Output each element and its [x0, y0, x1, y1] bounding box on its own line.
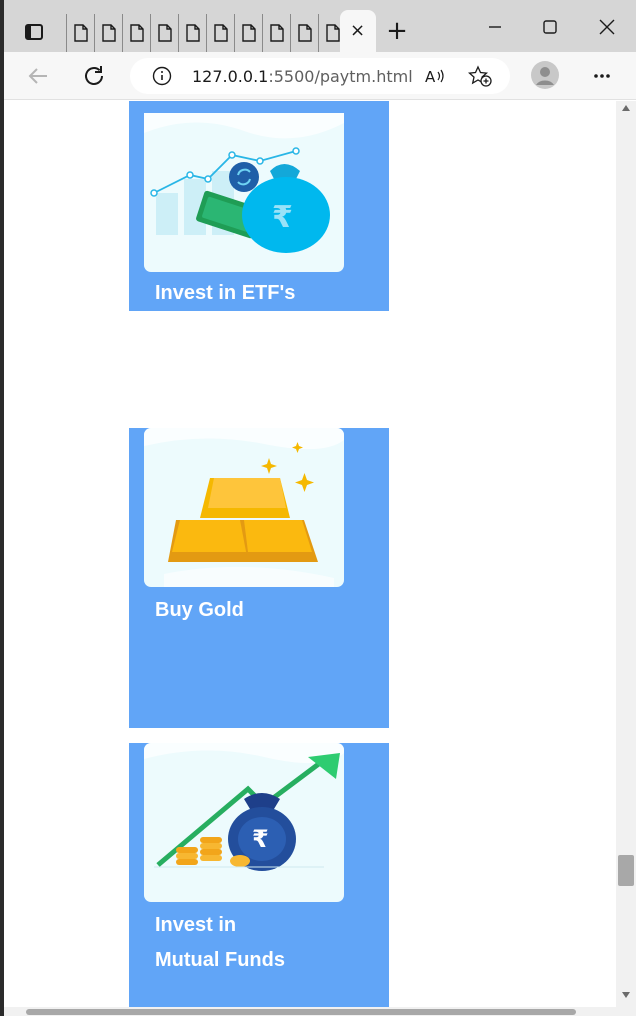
horizontal-scrollbar[interactable] — [4, 1007, 636, 1016]
back-arrow-icon[interactable] — [24, 62, 52, 90]
new-tab-button[interactable]: + — [384, 18, 410, 44]
tab-page-icon[interactable] — [234, 14, 262, 52]
tab-page-icon[interactable] — [122, 14, 150, 52]
refresh-icon[interactable] — [80, 62, 108, 90]
tab-strip — [66, 14, 346, 52]
read-aloud-icon[interactable]: A — [424, 66, 446, 86]
invest-etf-card[interactable]: ₹ Invest in ETF's — [129, 101, 389, 311]
scroll-down-icon[interactable] — [622, 992, 630, 998]
svg-text:₹: ₹ — [252, 825, 269, 853]
url-text: 127.0.0.1:5500/paytm.html — [192, 67, 413, 86]
tab-page-icon[interactable] — [262, 14, 290, 52]
tab-page-icon[interactable] — [206, 14, 234, 52]
svg-text:A: A — [425, 68, 436, 86]
card-title-line-2: Mutual Funds — [155, 949, 285, 971]
etf-illustration: ₹ — [144, 113, 344, 272]
close-window-icon[interactable] — [592, 12, 622, 42]
mutual-funds-illustration: ₹ — [144, 743, 344, 902]
card-title: Invest in Mutual Funds — [155, 908, 355, 978]
tab-page-icon[interactable] — [178, 14, 206, 52]
tab-actions-icon[interactable] — [20, 18, 48, 46]
active-tab[interactable]: × — [340, 10, 376, 52]
tab-page-icon[interactable] — [150, 14, 178, 52]
horizontal-scroll-thumb[interactable] — [26, 1009, 576, 1015]
vertical-scroll-thumb[interactable] — [618, 855, 634, 886]
maximize-icon[interactable] — [535, 12, 565, 42]
card-title-line-1: Invest in — [155, 914, 237, 936]
browser-window: × + 127.0.0.1:5500/paytm.html A ₹ Invest… — [0, 0, 636, 1016]
tab-page-icon[interactable] — [290, 14, 318, 52]
buy-gold-card[interactable]: Buy Gold — [129, 428, 389, 728]
tab-page-icon[interactable] — [66, 14, 94, 52]
card-title: Buy Gold — [155, 599, 244, 621]
gold-bars-illustration — [144, 428, 344, 587]
close-tab-icon[interactable]: × — [350, 22, 365, 40]
profile-avatar-icon[interactable] — [530, 60, 560, 90]
scroll-up-icon[interactable] — [622, 105, 630, 111]
svg-text:₹: ₹ — [272, 200, 293, 235]
navigation-bar: 127.0.0.1:5500/paytm.html A — [4, 52, 636, 100]
site-info-icon[interactable] — [152, 66, 172, 86]
card-title: Invest in ETF's — [155, 282, 296, 304]
page-viewport: ₹ Invest in ETF's Buy Gold ₹ Invest in M… — [4, 101, 616, 1007]
more-options-icon[interactable] — [588, 62, 616, 90]
url-host: 127.0.0.1 — [192, 67, 269, 86]
title-bar: × + — [4, 0, 636, 52]
minimize-icon[interactable] — [480, 12, 510, 42]
vertical-scrollbar[interactable] — [616, 101, 636, 1007]
address-bar[interactable]: 127.0.0.1:5500/paytm.html A — [130, 58, 510, 94]
tab-page-icon[interactable] — [94, 14, 122, 52]
add-favorite-icon[interactable] — [468, 65, 492, 87]
url-path: :5500/paytm.html — [268, 67, 413, 86]
invest-mutual-funds-card[interactable]: ₹ Invest in Mutual Funds — [129, 743, 389, 1007]
